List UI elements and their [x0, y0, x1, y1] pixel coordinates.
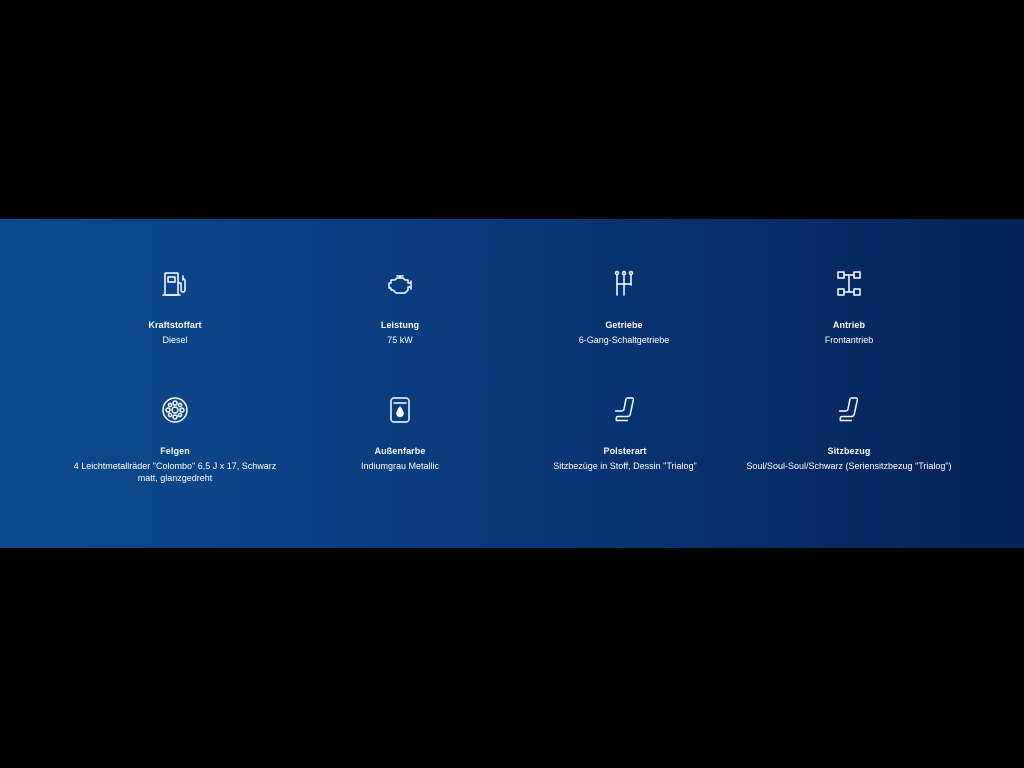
spec-value: Sitzbezüge in Stoff, Dessin "Trialog": [553, 461, 697, 471]
spec-power: Leistung 75 kW: [295, 269, 505, 346]
spec-seat-cover: Sitzbezug Soul/Soul-Soul/Schwarz (Serien…: [739, 395, 959, 472]
spec-exterior-color: Außenfarbe Indiumgrau Metallic: [295, 395, 505, 472]
fuel-pump-icon: [160, 269, 190, 299]
spec-label: Kraftstoffart: [148, 320, 202, 330]
spec-fuel-type: Kraftstoffart Diesel: [70, 269, 280, 346]
seat-icon: [610, 395, 640, 425]
seat-icon: [834, 395, 864, 425]
spec-label: Getriebe: [605, 320, 643, 330]
engine-icon: [385, 269, 415, 299]
spec-upholstery-type: Polsterart Sitzbezüge in Stoff, Dessin "…: [515, 395, 735, 472]
spec-rims: Felgen 4 Leichtmetallräder "Colombo" 6,5…: [70, 395, 280, 484]
wheel-rim-icon: [160, 395, 190, 425]
spec-value: Soul/Soul-Soul/Schwarz (Seriensitzbezug …: [746, 461, 952, 471]
spec-value: Diesel: [162, 335, 188, 345]
spec-value: 6-Gang-Schaltgetriebe: [578, 335, 670, 345]
specs-panel: Kraftstoffart Diesel Leistung 75 kW Getr…: [0, 219, 1024, 548]
spec-value: Indiumgrau Metallic: [360, 461, 440, 471]
page: Kraftstoffart Diesel Leistung 75 kW Getr…: [0, 0, 1024, 768]
gear-shift-icon: [609, 269, 639, 299]
paint-can-icon: [385, 395, 415, 425]
spec-label: Außenfarbe: [374, 446, 426, 456]
spec-value: Frontantrieb: [824, 335, 874, 345]
specs-grid: Kraftstoffart Diesel Leistung 75 kW Getr…: [0, 219, 1024, 548]
spec-transmission: Getriebe 6-Gang-Schaltgetriebe: [519, 269, 729, 346]
spec-value: 75 kW: [387, 335, 413, 345]
spec-drive: Antrieb Frontantrieb: [744, 269, 954, 346]
spec-label: Antrieb: [832, 320, 866, 330]
spec-label: Felgen: [160, 446, 190, 456]
spec-label: Sitzbezug: [827, 446, 871, 456]
spec-value: 4 Leichtmetallräder "Colombo" 6,5 J x 17…: [73, 461, 277, 483]
spec-label: Leistung: [380, 320, 420, 330]
spec-label: Polsterart: [603, 446, 647, 456]
drivetrain-icon: [834, 269, 864, 299]
